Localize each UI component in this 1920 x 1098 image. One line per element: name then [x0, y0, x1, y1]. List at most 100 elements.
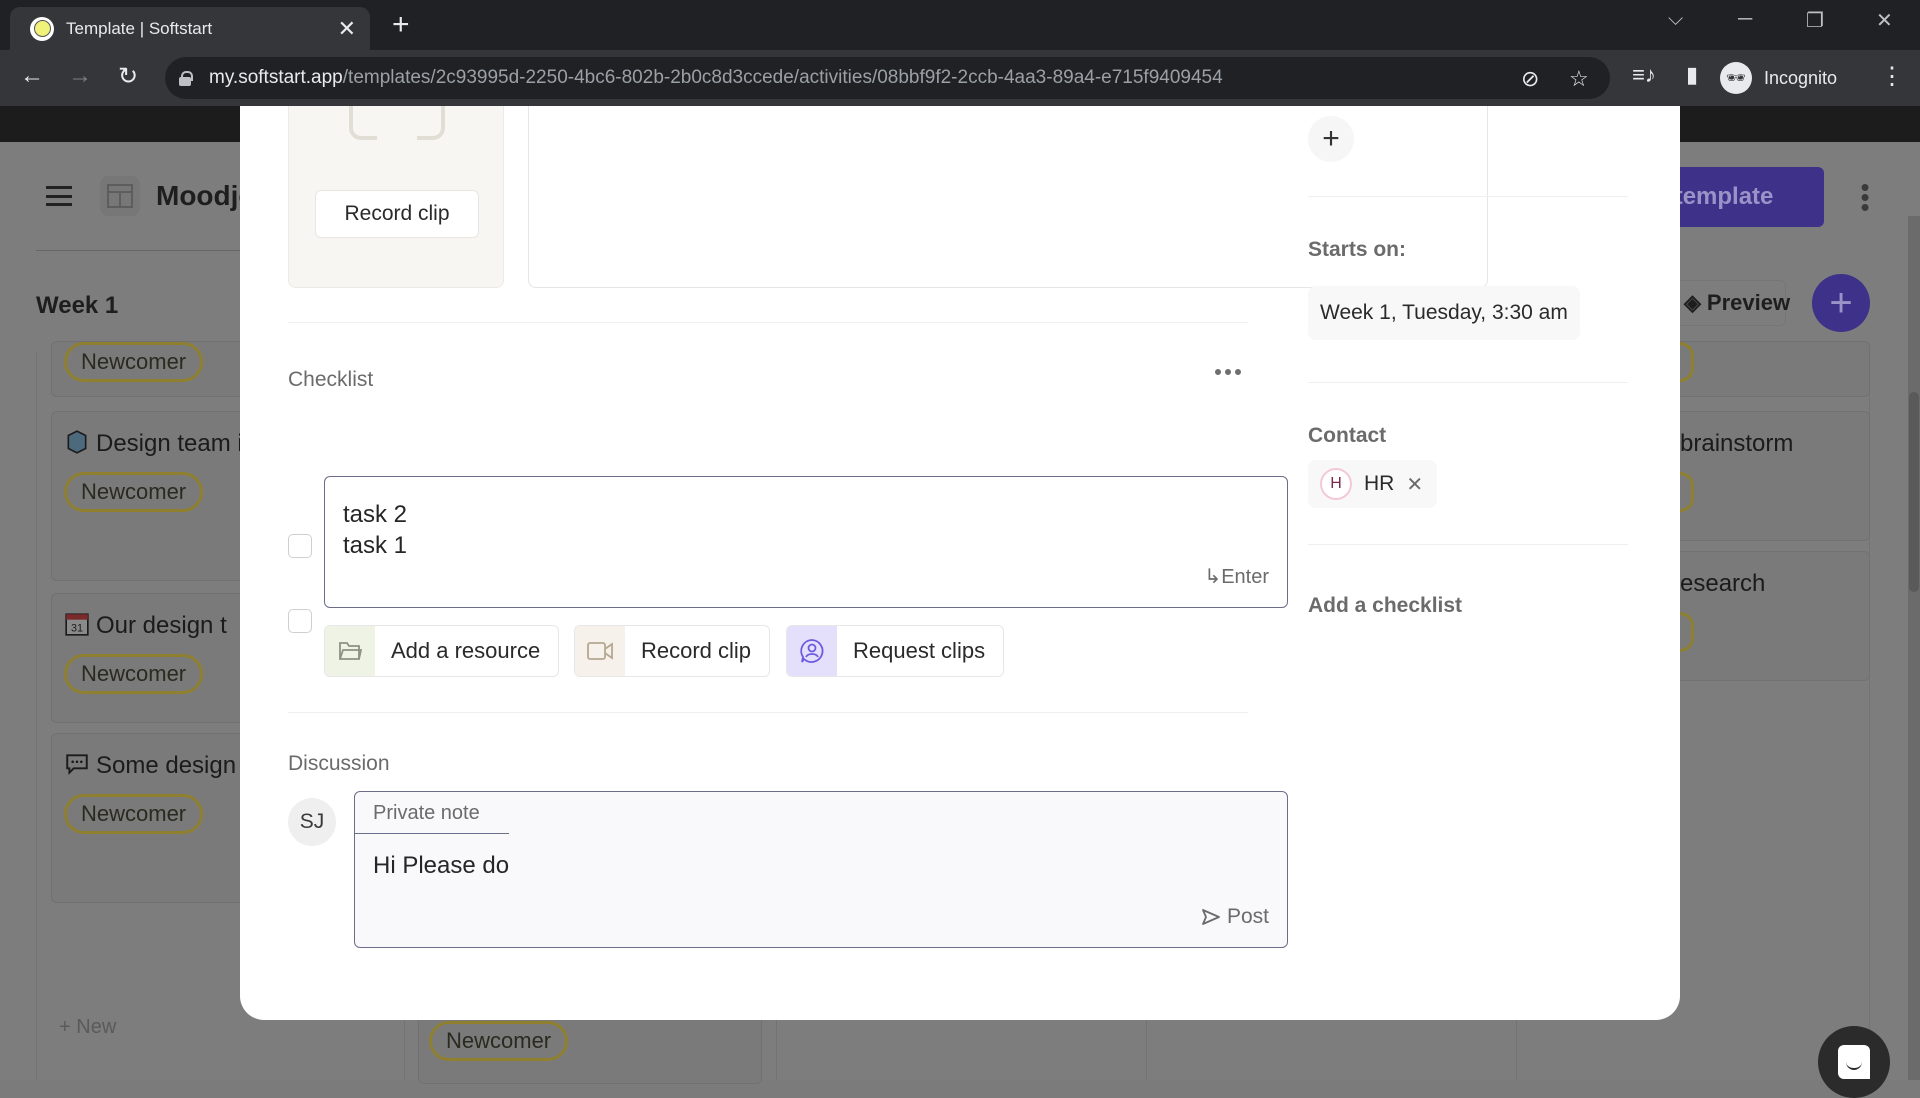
use-template-button[interactable]: Use template — [1680, 167, 1824, 227]
starts-on-picker[interactable]: Week 1, Tuesday, 3:30 am — [1308, 286, 1580, 340]
newcomer-badge: Newcomer — [64, 654, 204, 694]
request-clips-button[interactable]: Request clips — [786, 625, 1005, 677]
add-field-button[interactable]: + — [1308, 116, 1354, 162]
divider — [1308, 382, 1628, 383]
browser-tab-strip: Template | Softstart ✕ + ⌵ ─ ❐ ✕ — [0, 0, 1920, 50]
close-tab-icon[interactable]: ✕ — [338, 16, 356, 42]
activity-card[interactable]: Newcomer — [418, 1012, 762, 1084]
checklist-more-icon[interactable] — [1215, 369, 1241, 375]
folder-icon — [325, 626, 375, 676]
back-button[interactable]: ← — [16, 62, 48, 90]
activity-card[interactable]: esearch — [1680, 551, 1870, 681]
add-resource-label: Add a resource — [391, 638, 541, 663]
contact-avatar: H — [1320, 468, 1352, 500]
incognito-profile[interactable]: 🕶 Incognito — [1720, 58, 1837, 98]
post-button[interactable]: Post — [1201, 905, 1269, 929]
cube-icon — [67, 430, 87, 454]
activity-card[interactable]: brainstorm — [1680, 411, 1870, 541]
contact-name: HR — [1364, 472, 1395, 495]
bookmark-star-icon[interactable]: ☆ — [1569, 66, 1589, 92]
page-scrollbar[interactable] — [1908, 216, 1920, 1080]
eye-icon: ◈ — [1684, 290, 1701, 315]
newcomer-badge: Newcomer — [64, 342, 204, 382]
support-chat-button[interactable] — [1818, 1026, 1890, 1098]
request-clips-label: Request clips — [853, 638, 986, 663]
enter-hint: ↳Enter — [1204, 564, 1269, 589]
hamburger-menu-icon[interactable] — [46, 186, 72, 206]
divider — [36, 250, 240, 251]
column-divider — [776, 1018, 777, 1080]
restore-window-button[interactable]: ❐ — [1806, 8, 1824, 33]
header-strip — [0, 106, 240, 142]
project-name: Moodjoy — [156, 180, 240, 211]
new-activity-link[interactable]: + New — [59, 1016, 116, 1039]
record-clip-action-button[interactable]: Record clip — [574, 625, 771, 677]
tab-title: Template | Softstart — [66, 18, 213, 38]
divider — [288, 322, 1248, 323]
video-camera-icon — [575, 626, 625, 676]
task-2-checkbox[interactable] — [288, 609, 312, 633]
newcomer-badge — [1680, 342, 1694, 382]
activity-card[interactable]: Some design chat channels Newcomer — [51, 733, 241, 903]
divider — [288, 712, 1248, 713]
activity-card[interactable]: 31 Our design t Newcomer — [51, 593, 241, 723]
task-1-checkbox[interactable] — [288, 534, 312, 558]
activity-modal: Record clip Checklist task 1 task 2 ↳Ent… — [240, 106, 1680, 1020]
add-checklist-link[interactable]: Add a checklist — [1308, 594, 1462, 618]
column-divider — [404, 1018, 405, 1080]
user-avatar: SJ — [288, 798, 336, 846]
post-label: Post — [1226, 905, 1269, 928]
newcomer-badge: Newcomer — [429, 1021, 569, 1061]
media-control-icon[interactable]: ≡♪ — [1628, 62, 1660, 88]
divider — [1308, 196, 1628, 197]
svg-text:31: 31 — [71, 623, 83, 635]
address-bar[interactable]: my.softstart.app/templates/2c93995d-2250… — [165, 57, 1610, 99]
column-divider — [1146, 1018, 1147, 1080]
task-2-editor[interactable]: task 2 ↳Enter — [324, 476, 1288, 608]
note-input[interactable] — [373, 852, 1253, 880]
eye-slash-icon[interactable]: ⊘ — [1521, 66, 1539, 92]
card-title: 31 Our design t — [64, 608, 241, 644]
minimize-window-button[interactable]: ─ — [1738, 8, 1752, 31]
page-scrollbar-thumb[interactable] — [1909, 392, 1919, 592]
card-title: esearch — [1680, 570, 1766, 597]
enter-hint-label: Enter — [1221, 566, 1269, 588]
remove-contact-icon[interactable]: ✕ — [1406, 472, 1423, 497]
contact-chip[interactable]: H HR ✕ — [1308, 460, 1438, 508]
return-arrow-icon: ↳ — [1204, 566, 1222, 588]
week-column: Newcomer Design team icebreaker Newcomer… — [36, 341, 241, 1081]
discussion-title: Discussion — [288, 752, 390, 775]
private-note-tab[interactable]: Private note — [355, 792, 509, 834]
add-activity-button[interactable]: + — [1812, 274, 1870, 332]
header-strip-right — [1680, 106, 1920, 142]
more-options-icon[interactable]: • • • — [1860, 174, 1870, 220]
starts-on-label: Starts on: — [1308, 238, 1407, 261]
person-bubble-icon — [787, 626, 837, 676]
browser-tab[interactable]: Template | Softstart ✕ — [10, 7, 370, 50]
preview-button[interactable]: ◈ Preview — [1680, 280, 1790, 326]
activity-card[interactable] — [1680, 341, 1870, 397]
tab-search-chevron-icon[interactable]: ⌵ — [1668, 8, 1683, 31]
new-tab-button[interactable]: + — [392, 10, 410, 40]
reload-button[interactable]: ↻ — [112, 62, 144, 91]
record-clip-button[interactable]: Record clip — [315, 190, 479, 238]
card-title-text: Our design t — [96, 612, 227, 639]
side-panel-icon[interactable]: ▮ — [1676, 62, 1708, 88]
card-title: Some design chat channels — [64, 748, 241, 784]
activity-card[interactable]: Newcomer — [51, 341, 241, 397]
add-resource-button[interactable]: Add a resource — [324, 625, 560, 677]
activity-card[interactable]: Design team icebreaker Newcomer — [51, 411, 241, 581]
send-icon — [1202, 909, 1220, 925]
forward-button[interactable]: → — [64, 62, 96, 90]
incognito-label: Incognito — [1764, 67, 1838, 88]
private-note-editor[interactable]: Private note Post — [354, 791, 1288, 948]
newcomer-badge: Newcomer — [64, 794, 204, 834]
browser-menu-icon[interactable]: ⋮ — [1880, 60, 1904, 94]
calendar-icon: 31 — [65, 613, 89, 636]
url-host: my.softstart.app — [209, 67, 343, 88]
divider — [1308, 544, 1628, 545]
browser-toolbar: ← → ↻ my.softstart.app/templates/2c93995… — [0, 50, 1920, 106]
camera-frame-icon — [349, 106, 445, 140]
close-window-button[interactable]: ✕ — [1876, 8, 1893, 33]
use-template-label: Use template — [1680, 183, 1774, 210]
